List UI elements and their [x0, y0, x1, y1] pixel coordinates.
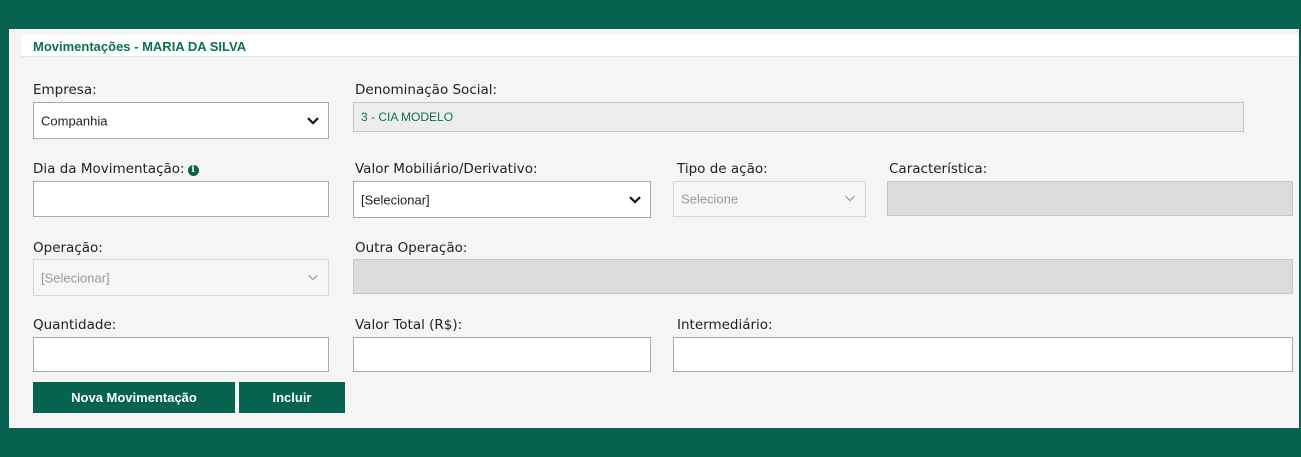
denominacao-value: 3 - CIA MODELO	[361, 110, 454, 124]
operacao-value: [Selecionar]	[41, 270, 110, 285]
quantidade-input[interactable]	[33, 337, 329, 372]
valor-mobiliario-value: [Selecionar]	[361, 192, 430, 207]
operacao-label: Operação:	[33, 240, 103, 256]
caracteristica-label: Característica:	[889, 161, 988, 177]
dia-label: Dia da Movimentação: i	[33, 161, 199, 177]
valor-total-label: Valor Total (R$):	[355, 317, 463, 333]
tipo-acao-select[interactable]: Selecione	[673, 181, 866, 217]
page-title: Movimentações - MARIA DA SILVA	[33, 39, 247, 54]
valor-mobiliario-select[interactable]: [Selecionar]	[353, 181, 651, 218]
tipo-acao-value: Selecione	[681, 191, 739, 207]
denominacao-field: 3 - CIA MODELO	[353, 102, 1244, 132]
empresa-label: Empresa:	[33, 82, 97, 98]
valor-mobiliario-label: Valor Mobiliário/Derivativo:	[355, 161, 538, 177]
tipo-acao-label: Tipo de ação:	[677, 161, 768, 177]
operacao-select[interactable]: [Selecionar]	[33, 259, 329, 296]
empresa-select[interactable]: Companhia	[33, 102, 329, 139]
denominacao-label: Denominação Social:	[355, 82, 498, 98]
chevron-down-icon	[308, 274, 318, 281]
empresa-value: Companhia	[41, 113, 108, 128]
caracteristica-field[interactable]	[887, 181, 1293, 216]
info-icon[interactable]: i	[187, 165, 199, 176]
chevron-down-icon	[629, 195, 641, 204]
valor-total-input[interactable]	[353, 337, 651, 372]
chevron-down-icon	[845, 195, 855, 202]
dia-movimentacao-input[interactable]	[33, 181, 329, 217]
nova-movimentacao-button[interactable]: Nova Movimentação	[33, 382, 235, 413]
quantidade-label: Quantidade:	[33, 317, 117, 333]
intermediario-label: Intermediário:	[677, 317, 773, 333]
chevron-down-icon	[307, 116, 319, 125]
panel-header: Movimentações - MARIA DA SILVA	[21, 35, 1298, 57]
outra-operacao-label: Outra Operação:	[355, 240, 468, 256]
intermediario-input[interactable]	[673, 337, 1293, 372]
outra-operacao-field[interactable]	[353, 259, 1293, 294]
incluir-button[interactable]: Incluir	[239, 382, 345, 413]
